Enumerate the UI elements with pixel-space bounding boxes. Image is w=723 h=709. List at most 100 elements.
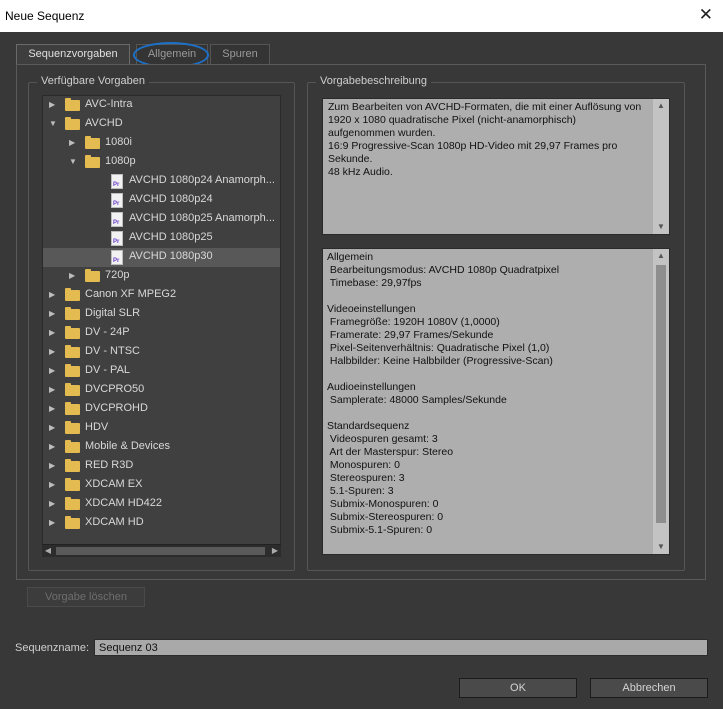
tree-preset-item[interactable]: Pr AVCHD 1080p25 Anamorph... <box>43 210 280 229</box>
tree-folder-item[interactable]: ▶ HDV <box>43 419 280 438</box>
chevron-right-icon[interactable]: ▶ <box>49 385 59 395</box>
tree-item-label: AVCHD 1080p24 Anamorph... <box>129 174 275 186</box>
tree-item-label: DV - NTSC <box>85 345 140 357</box>
description-scrollbar[interactable]: ▲ ▼ <box>653 99 669 234</box>
folder-icon <box>85 136 100 149</box>
folder-icon <box>65 364 80 377</box>
chevron-down-icon[interactable]: ▼ <box>49 119 59 129</box>
description-line: Art der Masterspur: Stereo <box>327 446 454 458</box>
chevron-right-icon[interactable]: ▶ <box>49 290 59 300</box>
chevron-right-icon[interactable]: ▶ <box>69 271 79 281</box>
tree-item-label: DVCPROHD <box>85 402 148 414</box>
description-line: Submix-Stereospuren: 0 <box>327 511 444 523</box>
tree-folder-item[interactable]: ▶ 720p <box>43 267 280 286</box>
tree-item-label: XDCAM EX <box>85 478 143 490</box>
tree-folder-item[interactable]: ▶ DVCPRO50 <box>43 381 280 400</box>
description-line <box>327 290 651 303</box>
folder-icon <box>65 307 80 320</box>
chevron-right-icon[interactable]: ▶ <box>49 518 59 528</box>
tree-folder-item[interactable]: ▼ 1080p <box>43 153 280 172</box>
tree-folder-item[interactable]: ▶ Canon XF MPEG2 <box>43 286 280 305</box>
chevron-right-icon[interactable]: ▶ <box>49 442 59 452</box>
tree-item-label: Mobile & Devices <box>85 440 170 452</box>
description-line: 16:9 Progressive-Scan 1080p HD-Video mit… <box>328 140 618 152</box>
chevron-right-icon[interactable]: ▶ <box>49 461 59 471</box>
description-line: Allgemein <box>327 251 374 263</box>
tab-tracks[interactable]: Spuren <box>210 44 270 65</box>
tree-folder-item[interactable]: ▶ Digital SLR <box>43 305 280 324</box>
sequence-name-input[interactable] <box>94 639 708 656</box>
tree-item-label: Canon XF MPEG2 <box>85 288 177 300</box>
tree-folder-item[interactable]: ▶ DV - 24P <box>43 324 280 343</box>
chevron-right-icon[interactable]: ▶ <box>49 404 59 414</box>
description-line: Zum Bearbeiten von AVCHD-Formaten, die m… <box>328 101 642 113</box>
chevron-right-icon[interactable]: ▶ <box>49 366 59 376</box>
chevron-right-icon[interactable]: ▶ <box>49 328 59 338</box>
description-group-label: Vorgabebeschreibung <box>316 75 432 87</box>
description-line: Samplerate: 48000 Samples/Sekunde <box>327 394 507 406</box>
description-line: aufgenommen wurden. <box>328 127 436 139</box>
chevron-down-icon[interactable]: ▼ <box>69 157 79 167</box>
description-line: Framerate: 29,97 Frames/Sekunde <box>327 329 494 341</box>
scroll-thumb[interactable] <box>656 265 666 523</box>
folder-icon <box>65 459 80 472</box>
tree-folder-item[interactable]: ▼ AVCHD <box>43 115 280 134</box>
description-line <box>327 407 651 420</box>
chevron-right-icon[interactable]: ▶ <box>49 423 59 433</box>
tree-item-label: Digital SLR <box>85 307 141 319</box>
scroll-left-icon[interactable]: ◀ <box>42 545 54 557</box>
tree-item-label: AVCHD 1080p24 <box>129 193 213 205</box>
scroll-down-icon[interactable]: ▼ <box>653 540 669 554</box>
tree-horizontal-scrollbar[interactable]: ◀ ▶ <box>42 544 281 557</box>
tree-preset-item[interactable]: Pr AVCHD 1080p30 <box>43 248 280 267</box>
tree-folder-item[interactable]: ▶ RED R3D <box>43 457 280 476</box>
tree-item-label: AVCHD 1080p30 <box>129 250 213 262</box>
description-line: 1920 x 1080 quadratische Pixel (nicht-an… <box>328 114 577 126</box>
tree-item-label: AVCHD 1080p25 <box>129 231 213 243</box>
tree-folder-item[interactable]: ▶ XDCAM EX <box>43 476 280 495</box>
chevron-right-icon[interactable]: ▶ <box>49 100 59 110</box>
folder-icon <box>65 345 80 358</box>
close-icon[interactable]: ✕ <box>699 5 713 25</box>
chevron-right-icon[interactable]: ▶ <box>49 480 59 490</box>
scroll-down-icon[interactable]: ▼ <box>653 220 669 234</box>
tab-general[interactable]: Allgemein <box>136 44 208 65</box>
tree-item-label: 1080p <box>105 155 136 167</box>
preset-file-icon: Pr <box>111 231 123 246</box>
tree-item-label: RED R3D <box>85 459 134 471</box>
tree-preset-item[interactable]: Pr AVCHD 1080p25 <box>43 229 280 248</box>
chevron-right-icon[interactable]: ▶ <box>49 347 59 357</box>
scroll-up-icon[interactable]: ▲ <box>653 249 669 263</box>
ok-button[interactable]: OK <box>459 678 577 698</box>
tree-folder-item[interactable]: ▶ XDCAM HD <box>43 514 280 533</box>
preset-details-box[interactable]: ▲ ▼ Allgemein Bearbeitungsmodus: AVCHD 1… <box>322 248 670 555</box>
details-scrollbar[interactable]: ▲ ▼ <box>653 249 669 554</box>
chevron-right-icon[interactable]: ▶ <box>49 309 59 319</box>
tree-folder-item[interactable]: ▶ 1080i <box>43 134 280 153</box>
preset-tree[interactable]: ▶ AVC-Intra ▼ AVCHD ▶ 1080i ▼ 1080p Pr AVCHD 1080… <box>42 95 281 557</box>
description-line: Videoeinstellungen <box>327 303 416 315</box>
tree-folder-item[interactable]: ▶ Mobile & Devices <box>43 438 280 457</box>
tree-folder-item[interactable]: ▶ DVCPROHD <box>43 400 280 419</box>
chevron-right-icon[interactable]: ▶ <box>69 138 79 148</box>
tab-sequence-presets[interactable]: Sequenzvorgaben <box>16 44 130 65</box>
description-line: Bearbeitungsmodus: AVCHD 1080p Quadratpi… <box>327 264 560 276</box>
tree-folder-item[interactable]: ▶ XDCAM HD422 <box>43 495 280 514</box>
sequence-name-label: Sequenzname: <box>15 642 89 654</box>
scroll-right-icon[interactable]: ▶ <box>269 545 281 557</box>
tree-folder-item[interactable]: ▶ DV - NTSC <box>43 343 280 362</box>
tree-folder-item[interactable]: ▶ AVC-Intra <box>43 96 280 115</box>
scroll-thumb[interactable] <box>56 547 265 555</box>
tree-preset-item[interactable]: Pr AVCHD 1080p24 <box>43 191 280 210</box>
window-title: Neue Sequenz <box>5 9 85 23</box>
delete-preset-button[interactable]: Vorgabe löschen <box>27 587 145 607</box>
cancel-button[interactable]: Abbrechen <box>590 678 708 698</box>
scroll-up-icon[interactable]: ▲ <box>653 99 669 113</box>
description-line: Submix-5.1-Spuren: 0 <box>327 524 433 536</box>
tree-folder-item[interactable]: ▶ DV - PAL <box>43 362 280 381</box>
preset-description-box[interactable]: ▲ ▼ Zum Bearbeiten von AVCHD-Formaten, d… <box>322 98 670 235</box>
description-line: Sekunde. <box>328 153 373 165</box>
tree-item-label: 1080i <box>105 136 132 148</box>
tree-preset-item[interactable]: Pr AVCHD 1080p24 Anamorph... <box>43 172 280 191</box>
chevron-right-icon[interactable]: ▶ <box>49 499 59 509</box>
